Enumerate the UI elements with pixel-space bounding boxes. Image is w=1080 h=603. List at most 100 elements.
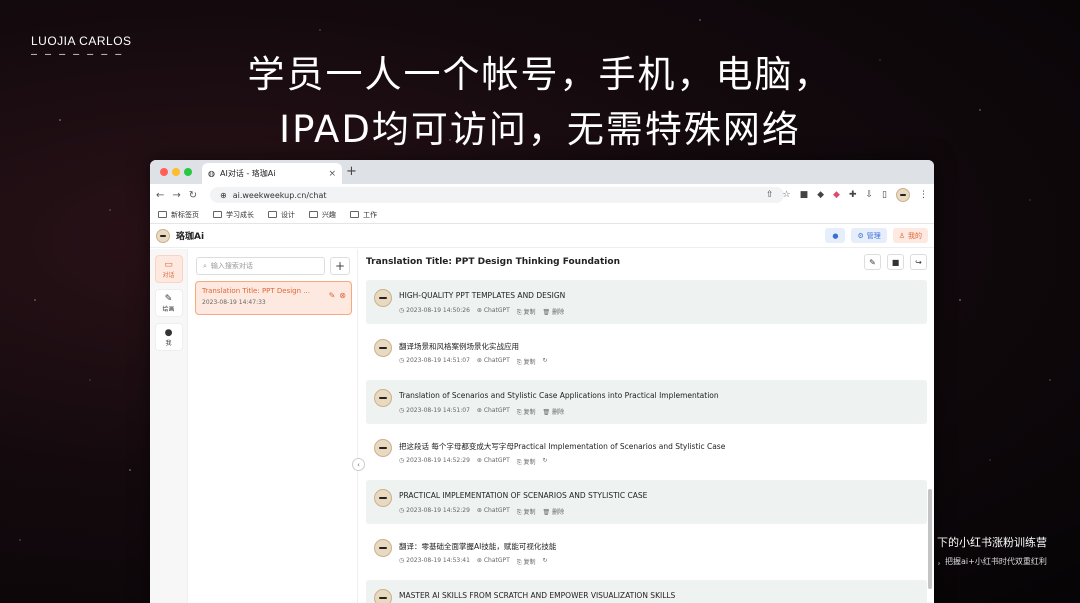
conversation-time: 2023-08-19 14:47:33 <box>202 299 266 306</box>
message-meta: ◷ 2023-08-19 14:50:26 ⊛ ChatGPT ⎘ 复制 🗑 删… <box>399 307 564 317</box>
message-text: 翻译场景和风格案例场景化实战应用 <box>399 342 519 351</box>
clock-icon: ◷ 2023-08-19 14:53:41 <box>399 557 470 564</box>
model-label: ⊛ ChatGPT <box>476 557 510 564</box>
user-avatar <box>374 539 392 557</box>
close-window-button[interactable] <box>160 168 168 176</box>
regenerate-icon[interactable]: ↻ <box>543 457 548 467</box>
regenerate-icon[interactable]: ↻ <box>543 557 548 567</box>
copy-button[interactable]: ⎘ 复制 <box>517 457 536 467</box>
delete-circle-icon[interactable]: ⊗ <box>339 291 346 300</box>
message-text: 把这段话 每个字母都变成大写字母Practical Implementation… <box>399 442 726 451</box>
rail-item-draw[interactable]: ✎ 绘画 <box>154 289 183 317</box>
chat-actions: ✎ ■ ↪ <box>864 254 927 270</box>
new-tab-button[interactable]: + <box>346 164 357 179</box>
folder-icon <box>309 210 318 218</box>
wechat-icon: ● <box>832 231 839 240</box>
app-header: 珞珈Ai ● ⚙ 管理 ♙ 我的 <box>150 224 934 248</box>
bookmark-item[interactable]: 工作 <box>350 210 377 220</box>
address-bar[interactable]: ⊕ ai.weekweekup.cn/chat <box>210 187 784 203</box>
extension-icon[interactable]: ◆ <box>833 190 840 200</box>
conversation-item[interactable]: Translation Title: PPT Design ... 2023-0… <box>195 281 352 315</box>
edit-chat-button[interactable]: ✎ <box>864 254 881 270</box>
trash-icon: ■ <box>891 257 900 267</box>
app-title: 珞珈Ai <box>176 232 205 242</box>
copy-button[interactable]: ⎘ 复制 <box>517 307 536 317</box>
globe-icon: ◍ <box>208 169 215 178</box>
bookmark-item[interactable]: 设计 <box>268 210 295 220</box>
tab-close-icon[interactable]: × <box>328 169 336 179</box>
bookmark-item[interactable]: 学习成长 <box>213 210 254 220</box>
profile-avatar-icon[interactable] <box>896 188 910 202</box>
share-arrow-icon: ↪ <box>915 257 922 267</box>
brush-icon: ✎ <box>164 293 173 304</box>
delete-chat-button[interactable]: ■ <box>887 254 904 270</box>
message-item: 翻译场景和风格案例场景化实战应用 ◷ 2023-08-19 14:51:07 ⊛… <box>366 330 927 374</box>
clock-icon: ◷ 2023-08-19 14:52:29 <box>399 507 470 514</box>
collapse-sidebar-button[interactable]: ‹ <box>352 458 365 471</box>
message-text: MASTER AI SKILLS FROM SCRATCH AND EMPOWE… <box>399 591 676 600</box>
share-icon[interactable]: ⇧ <box>766 190 774 200</box>
folder-icon <box>213 210 222 218</box>
search-input[interactable]: ⌕ 输入搜索对话 <box>196 257 325 275</box>
star-icon[interactable]: ☆ <box>783 190 791 200</box>
clock-icon: ◷ 2023-08-19 14:50:26 <box>399 307 470 314</box>
bookmark-item[interactable]: 兴趣 <box>309 210 336 220</box>
search-placeholder: 输入搜索对话 <box>210 262 253 270</box>
copy-button[interactable]: ⎘ 复制 <box>517 357 536 367</box>
person-icon: ♙ <box>898 231 905 240</box>
model-label: ⊛ ChatGPT <box>476 507 510 514</box>
download-icon[interactable]: ⇩ <box>866 190 874 200</box>
tab-strip: ◍ AI对话 - 珞珈Ai × + <box>150 160 934 184</box>
headline-line-2: IPAD均可访问，无需特殊网络 <box>279 108 801 151</box>
maximize-window-button[interactable] <box>184 168 192 176</box>
copy-button[interactable]: ⎘ 复制 <box>517 557 536 567</box>
headline-line-1: 学员一人一个帐号，手机，电脑， <box>247 53 833 96</box>
message-scrollbar[interactable] <box>928 489 932 589</box>
url-text: ai.weekweekup.cn/chat <box>232 190 327 200</box>
edit-icon[interactable]: ✎ <box>329 291 336 300</box>
browser-window: ◍ AI对话 - 珞珈Ai × + ← → ↻ ⊕ ai.weekweekup.… <box>150 160 934 603</box>
user-avatar <box>374 339 392 357</box>
back-icon[interactable]: ← <box>156 190 164 201</box>
admin-button[interactable]: ⚙ 管理 <box>851 228 887 243</box>
message-item: 把这段话 每个字母都变成大写字母Practical Implementation… <box>366 430 927 474</box>
forward-icon[interactable]: → <box>172 190 180 201</box>
copy-button[interactable]: ⎘ 复制 <box>517 507 536 517</box>
share-chat-button[interactable]: ↪ <box>910 254 927 270</box>
puzzle-icon[interactable]: ✚ <box>849 190 857 200</box>
mine-button[interactable]: ♙ 我的 <box>892 228 928 243</box>
reload-icon[interactable]: ↻ <box>189 190 197 201</box>
message-item: HIGH-QUALITY PPT TEMPLATES AND DESIGN ◷ … <box>366 280 927 324</box>
user-avatar <box>374 439 392 457</box>
folder-icon <box>268 210 277 218</box>
clock-icon: ◷ 2023-08-19 14:51:07 <box>399 407 470 414</box>
rail-item-me[interactable]: ● 我 <box>154 323 183 351</box>
message-item: MASTER AI SKILLS FROM SCRATCH AND EMPOWE… <box>366 580 927 603</box>
message-meta: ◷ 2023-08-19 14:51:07 ⊛ ChatGPT ⎘ 复制 🗑 删… <box>399 407 564 417</box>
browser-tab-active[interactable]: ◍ AI对话 - 珞珈Ai × <box>202 163 342 184</box>
minimize-window-button[interactable] <box>172 168 180 176</box>
message-item: Translation of Scenarios and Stylistic C… <box>366 380 927 424</box>
sidepanel-icon[interactable]: ▯ <box>882 190 887 200</box>
conversation-title: Translation Title: PPT Design ... <box>202 287 310 295</box>
tab-title: AI对话 - 珞珈Ai <box>219 169 276 178</box>
new-conversation-button[interactable]: + <box>330 257 350 275</box>
message-meta: ◷ 2023-08-19 14:51:07 ⊛ ChatGPT ⎘ 复制 ↻ <box>399 357 548 367</box>
extension-icon[interactable]: ■ <box>800 190 809 200</box>
delete-button[interactable]: 🗑 删除 <box>543 407 565 417</box>
bookmark-item[interactable]: 新标签页 <box>158 210 199 220</box>
delete-button[interactable]: 🗑 删除 <box>543 307 565 317</box>
copy-button[interactable]: ⎘ 复制 <box>517 407 536 417</box>
delete-button[interactable]: 🗑 删除 <box>543 507 565 517</box>
side-caption-title: 下的小红书涨粉训练营 <box>937 536 1047 549</box>
clock-icon: ◷ 2023-08-19 14:52:29 <box>399 457 470 464</box>
message-meta: ◷ 2023-08-19 14:53:41 ⊛ ChatGPT ⎘ 复制 ↻ <box>399 557 548 567</box>
menu-icon[interactable]: ⋮ <box>919 190 928 200</box>
regenerate-icon[interactable]: ↻ <box>543 357 548 367</box>
rail-item-chat[interactable]: ▭ 对话 <box>154 255 183 283</box>
wechat-button[interactable]: ● <box>825 228 846 243</box>
model-label: ⊛ ChatGPT <box>476 457 510 464</box>
bot-avatar <box>374 589 392 603</box>
chat-title: Translation Title: PPT Design Thinking F… <box>366 257 620 267</box>
extension-icon[interactable]: ◆ <box>817 190 824 200</box>
